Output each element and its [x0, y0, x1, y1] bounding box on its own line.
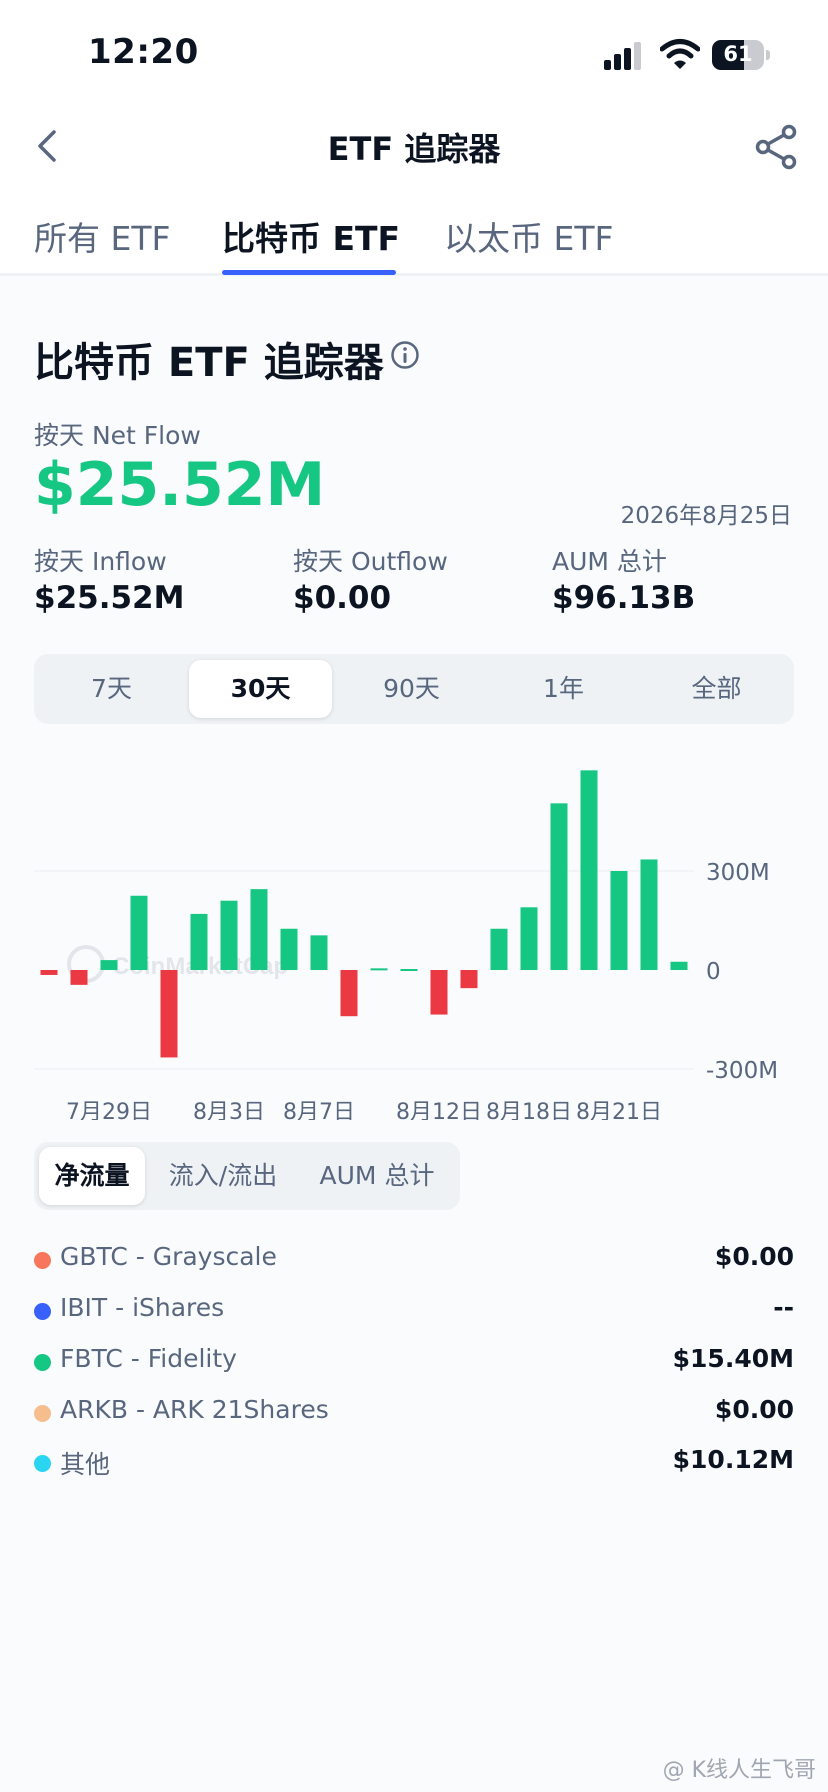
bar [310, 935, 328, 970]
metric-selector: 净流量 流入/流出 AUM 总计 [34, 1142, 460, 1210]
time-range-selector: 7天 30天 90天 1年 全部 [34, 654, 794, 724]
fund-value: -- [773, 1293, 794, 1322]
bar [40, 970, 58, 975]
fund-value: $10.12M [672, 1445, 794, 1474]
range-90d-button[interactable]: 90天 [340, 660, 483, 718]
etf-tabs: 所有 ETF 比特币 ETF 以太币 ETF [0, 212, 828, 276]
fund-name: 其他 [60, 1450, 111, 1479]
wifi-icon [660, 39, 700, 69]
aum-value: $96.13B [552, 580, 696, 616]
bar [460, 970, 478, 989]
inflow-label: 按天 Inflow [34, 547, 167, 576]
range-1y-button[interactable]: 1年 [492, 660, 635, 718]
battery-icon: 61 [712, 40, 770, 70]
breakdown-row-arkb[interactable]: ARKB - ARK 21Shares $0.00 [34, 1393, 794, 1433]
footer-watermark: @ K线人生飞哥 [662, 1758, 816, 1783]
y-tick-label: 300M [706, 860, 770, 886]
bar [160, 970, 178, 1058]
range-30d-button[interactable]: 30天 [189, 660, 332, 718]
bar [340, 970, 358, 1017]
breakdown-row-other[interactable]: 其他 $10.12M [34, 1443, 794, 1483]
bar [130, 895, 148, 970]
info-icon[interactable] [390, 340, 420, 370]
status-time: 12:20 [88, 32, 199, 72]
x-tick-label: 8月3日 [193, 1100, 265, 1120]
bar [430, 970, 448, 1015]
bar [370, 968, 388, 971]
bar [550, 803, 568, 970]
x-tick-label: 8月7日 [283, 1100, 355, 1120]
net-flow-bar-chart: 300M0-300MCoinMarketCap7月29日8月3日8月7日8月12… [34, 770, 778, 1120]
bar [610, 871, 628, 970]
battery-level: 61 [723, 42, 753, 66]
bar [220, 900, 238, 970]
section-title: 比特币 ETF 追踪器 [34, 340, 384, 386]
page-title: ETF 追踪器 [327, 130, 501, 168]
fund-name: GBTC - Grayscale [60, 1242, 277, 1271]
legend-dot [34, 1405, 51, 1422]
bar [400, 969, 418, 972]
legend-dot [34, 1455, 51, 1472]
breakdown-row-fbtc[interactable]: FBTC - Fidelity $15.40M [34, 1342, 794, 1382]
outflow-label: 按天 Outflow [293, 547, 448, 576]
bar [670, 961, 688, 970]
bar [280, 928, 298, 970]
fund-value: $0.00 [714, 1395, 794, 1424]
legend-dot [34, 1252, 51, 1269]
range-all-button[interactable]: 全部 [645, 660, 788, 718]
net-flow-label: 按天 Net Flow [34, 421, 201, 450]
tab-bitcoin-etf[interactable]: 比特币 ETF [222, 212, 400, 260]
range-7d-button[interactable]: 7天 [40, 660, 183, 718]
bar [580, 770, 598, 970]
bar [490, 928, 508, 970]
fund-name: IBIT - iShares [60, 1293, 225, 1322]
x-tick-label: 8月12日 [396, 1100, 482, 1120]
legend-dot [34, 1354, 51, 1371]
inflow-value: $25.52M [34, 580, 185, 616]
x-tick-label: 7月29日 [66, 1100, 152, 1120]
inflow-outflow-tab[interactable]: 流入/流出 [150, 1147, 296, 1205]
net-flow-value: $25.52M [34, 450, 326, 520]
net-flow-tab[interactable]: 净流量 [39, 1147, 145, 1205]
aum-total-tab[interactable]: AUM 总计 [300, 1147, 454, 1205]
x-tick-label: 8月21日 [576, 1100, 662, 1120]
bar [70, 970, 88, 985]
share-icon[interactable] [754, 124, 800, 170]
bar [520, 907, 538, 970]
y-tick-label: 0 [706, 959, 721, 985]
fund-value: $0.00 [714, 1242, 794, 1271]
x-tick-label: 8月18日 [486, 1100, 572, 1120]
fund-value: $15.40M [672, 1344, 794, 1373]
bar [190, 913, 208, 970]
outflow-value: $0.00 [293, 580, 392, 616]
flow-date: 2026年8月25日 [620, 503, 792, 529]
bar [250, 889, 268, 970]
tab-all-etf[interactable]: 所有 ETF [34, 212, 170, 260]
aum-label: AUM 总计 [552, 547, 667, 576]
fund-name: FBTC - Fidelity [60, 1344, 237, 1373]
cellular-signal-icon [604, 40, 644, 70]
tab-ethereum-etf[interactable]: 以太币 ETF [444, 212, 613, 260]
bar [100, 960, 118, 970]
legend-dot [34, 1303, 51, 1320]
breakdown-row-ibit[interactable]: IBIT - iShares -- [34, 1291, 794, 1331]
active-tab-indicator [222, 270, 396, 275]
bar [640, 859, 658, 970]
y-tick-label: -300M [706, 1058, 778, 1084]
breakdown-row-gbtc[interactable]: GBTC - Grayscale $0.00 [34, 1240, 794, 1280]
fund-name: ARKB - ARK 21Shares [60, 1395, 329, 1424]
